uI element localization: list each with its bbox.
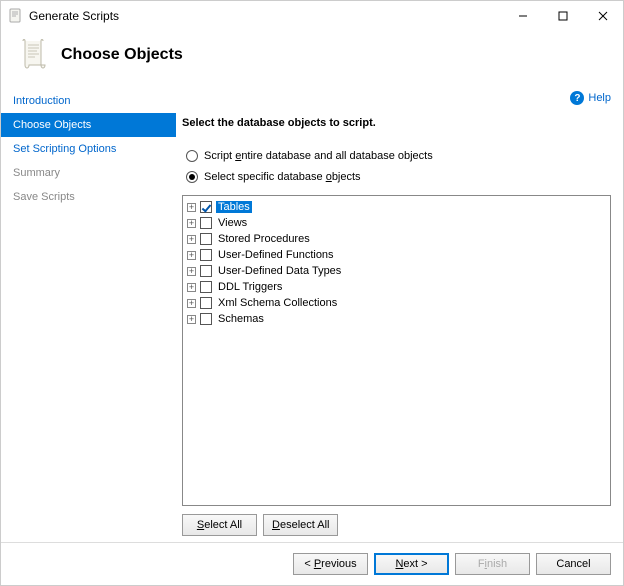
expand-icon[interactable]: + — [187, 283, 196, 292]
select-all-button[interactable]: Select All — [182, 514, 257, 536]
expand-icon[interactable]: + — [187, 315, 196, 324]
expand-icon[interactable]: + — [187, 203, 196, 212]
tree-checkbox[interactable] — [200, 281, 212, 293]
tree-node[interactable]: + Xml Schema Collections — [185, 295, 608, 311]
tree-checkbox[interactable] — [200, 249, 212, 261]
tree-node[interactable]: + Stored Procedures — [185, 231, 608, 247]
expand-icon[interactable]: + — [187, 251, 196, 260]
tree-checkbox[interactable] — [200, 313, 212, 325]
sidebar-item-introduction[interactable]: Introduction — [1, 89, 176, 113]
minimize-button[interactable] — [503, 1, 543, 31]
main-panel: ? Help Select the database objects to sc… — [176, 85, 623, 542]
expand-icon[interactable]: + — [187, 267, 196, 276]
tree-checkbox[interactable] — [200, 297, 212, 309]
window-buttons — [503, 1, 623, 31]
help-icon: ? — [570, 91, 584, 105]
help-label: Help — [588, 92, 611, 104]
close-button[interactable] — [583, 1, 623, 31]
next-button[interactable]: Next > — [374, 553, 449, 575]
deselect-all-button[interactable]: Deselect All — [263, 514, 338, 536]
radio-specific-input[interactable] — [186, 171, 198, 183]
sidebar-item-set-scripting-options[interactable]: Set Scripting Options — [1, 137, 176, 161]
titlebar: Generate Scripts — [1, 1, 623, 31]
sidebar: IntroductionChoose ObjectsSet Scripting … — [1, 85, 176, 542]
help-link[interactable]: ? Help — [570, 91, 611, 105]
previous-button[interactable]: < Previous — [293, 553, 368, 575]
tree-checkbox[interactable] — [200, 265, 212, 277]
expand-icon[interactable]: + — [187, 235, 196, 244]
sidebar-item-save-scripts: Save Scripts — [1, 185, 176, 209]
header: Choose Objects — [1, 31, 623, 85]
tree-checkbox[interactable] — [200, 233, 212, 245]
maximize-button[interactable] — [543, 1, 583, 31]
wizard-icon — [15, 37, 51, 73]
tree-node[interactable]: + DDL Triggers — [185, 279, 608, 295]
tree-node[interactable]: + Views — [185, 215, 608, 231]
tree-node-label[interactable]: Stored Procedures — [216, 233, 312, 245]
radio-entire-db[interactable]: Script entire database and all database … — [186, 150, 611, 162]
footer: < Previous Next > Finish Cancel — [1, 542, 623, 585]
sidebar-item-choose-objects[interactable]: Choose Objects — [1, 113, 176, 137]
cancel-button[interactable]: Cancel — [536, 553, 611, 575]
script-icon — [7, 8, 23, 24]
finish-button: Finish — [455, 553, 530, 575]
radio-specific[interactable]: Select specific database objects — [186, 171, 611, 183]
page-title: Choose Objects — [61, 46, 183, 64]
expand-icon[interactable]: + — [187, 219, 196, 228]
tree-node-label[interactable]: Tables — [216, 201, 252, 213]
tree-node-label[interactable]: User-Defined Data Types — [216, 265, 343, 277]
tree-node-label[interactable]: User-Defined Functions — [216, 249, 336, 261]
tree-checkbox[interactable] — [200, 217, 212, 229]
tree-checkbox[interactable] — [200, 201, 212, 213]
window-title: Generate Scripts — [29, 9, 119, 23]
radio-entire-db-label: Script entire database and all database … — [204, 150, 433, 162]
object-tree[interactable]: + Tables + Views + Stored Procedures + User-Def… — [182, 195, 611, 506]
tree-node[interactable]: + Schemas — [185, 311, 608, 327]
tree-node[interactable]: + Tables — [185, 199, 608, 215]
tree-node-label[interactable]: DDL Triggers — [216, 281, 284, 293]
tree-node-label[interactable]: Schemas — [216, 313, 266, 325]
tree-node-label[interactable]: Xml Schema Collections — [216, 297, 339, 309]
radio-entire-db-input[interactable] — [186, 150, 198, 162]
tree-node[interactable]: + User-Defined Data Types — [185, 263, 608, 279]
tree-node[interactable]: + User-Defined Functions — [185, 247, 608, 263]
radio-specific-label: Select specific database objects — [204, 171, 361, 183]
sidebar-item-summary: Summary — [1, 161, 176, 185]
instruction-text: Select the database objects to script. — [182, 117, 611, 129]
expand-icon[interactable]: + — [187, 299, 196, 308]
tree-node-label[interactable]: Views — [216, 217, 249, 229]
